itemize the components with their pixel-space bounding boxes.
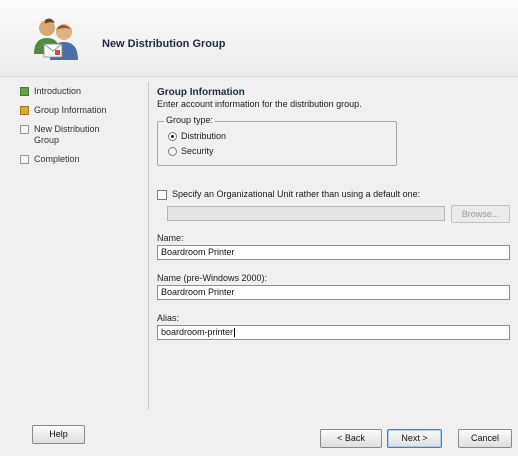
group-information-panel: Group Information Enter account informat… bbox=[157, 87, 512, 340]
step-done-icon bbox=[20, 87, 29, 96]
panel-divider bbox=[148, 82, 149, 410]
name-label: Name: bbox=[157, 233, 184, 243]
step-label: New Distribution Group bbox=[34, 124, 100, 145]
radio-label: Distribution bbox=[181, 131, 227, 141]
alias-label: Alias: bbox=[157, 313, 180, 323]
wizard-title: New Distribution Group bbox=[102, 38, 226, 50]
pre-windows-name-input[interactable]: Boardroom Printer bbox=[157, 285, 510, 300]
next-button[interactable]: Next > bbox=[387, 429, 442, 448]
ou-path-input bbox=[167, 206, 445, 221]
step-label: Introduction bbox=[34, 86, 82, 96]
section-description: Enter account information for the distri… bbox=[157, 99, 362, 109]
radio-selected-icon[interactable] bbox=[168, 132, 177, 142]
step-label: Group Information bbox=[34, 105, 107, 115]
step-new-distribution-group: New Distribution Group bbox=[20, 124, 126, 146]
ou-checkbox[interactable] bbox=[157, 189, 167, 200]
step-label: Completion bbox=[34, 154, 80, 164]
step-pending-icon bbox=[20, 155, 29, 164]
section-title: Group Information bbox=[157, 87, 245, 98]
help-button[interactable]: Help bbox=[32, 425, 85, 444]
ou-checkbox-row[interactable]: Specify an Organizational Unit rather th… bbox=[157, 188, 420, 200]
ou-checkbox-label: Specify an Organizational Unit rather th… bbox=[172, 189, 421, 199]
browse-button: Browse... bbox=[451, 205, 510, 223]
alias-value: boardroom-printer bbox=[161, 327, 234, 337]
radio-label: Security bbox=[181, 146, 214, 156]
name-input[interactable]: Boardroom Printer bbox=[157, 245, 510, 260]
step-completion: Completion bbox=[20, 154, 145, 165]
cancel-button[interactable]: Cancel bbox=[458, 429, 512, 448]
group-type-legend: Group type: bbox=[164, 115, 216, 125]
wizard-steps: Introduction Group Information New Distr… bbox=[20, 86, 145, 173]
step-introduction: Introduction bbox=[20, 86, 145, 97]
step-group-information: Group Information bbox=[20, 105, 145, 116]
group-type-box: Group type: Distribution Security bbox=[157, 115, 397, 166]
wizard-header: New Distribution Group bbox=[0, 0, 518, 77]
step-current-icon bbox=[20, 106, 29, 115]
pre-windows-name-label: Name (pre-Windows 2000): bbox=[157, 273, 268, 283]
alias-input[interactable]: boardroom-printer bbox=[157, 325, 510, 340]
back-button[interactable]: < Back bbox=[320, 429, 382, 448]
distribution-group-icon bbox=[34, 18, 78, 60]
radio-distribution[interactable]: Distribution bbox=[168, 130, 226, 142]
radio-unselected-icon[interactable] bbox=[168, 147, 177, 157]
text-caret bbox=[234, 328, 236, 338]
radio-security[interactable]: Security bbox=[168, 145, 214, 157]
step-pending-icon bbox=[20, 125, 29, 134]
